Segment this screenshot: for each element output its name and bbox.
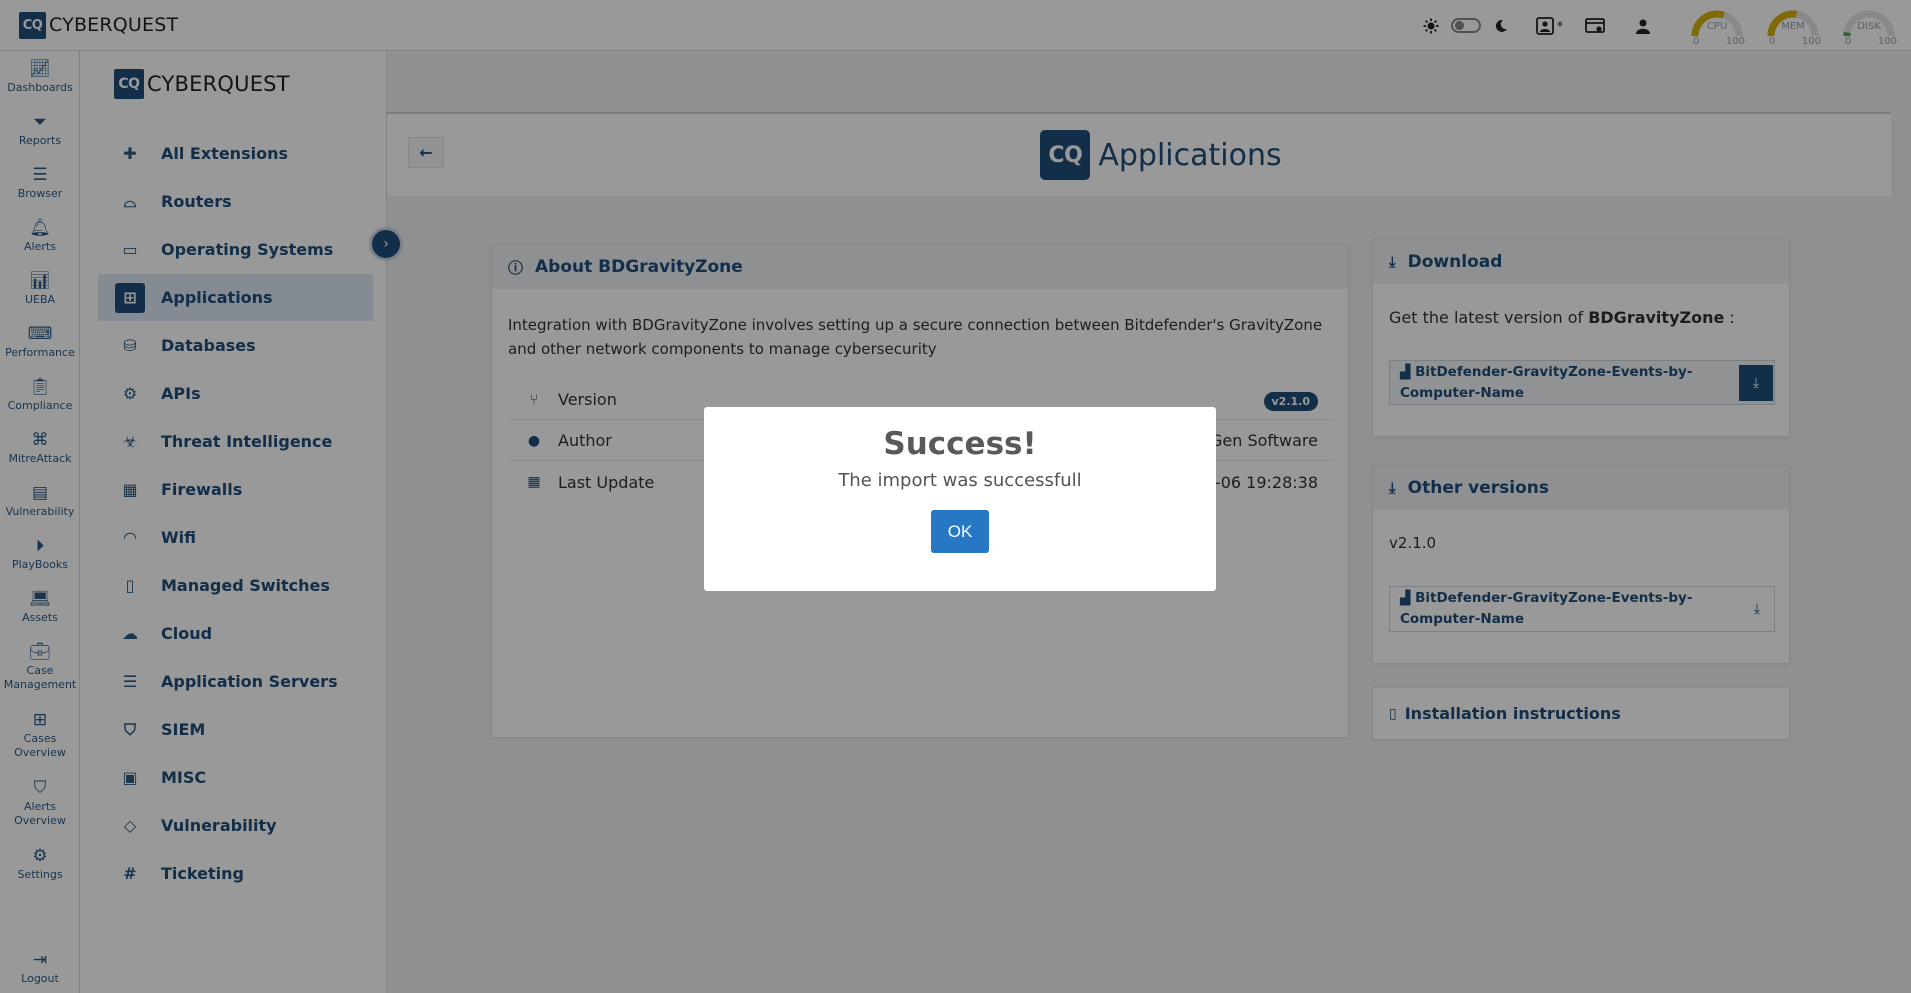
dialog-message: The import was successfull	[838, 470, 1082, 491]
success-dialog: Success! The import was successfull OK	[704, 407, 1216, 591]
ok-button[interactable]: OK	[931, 510, 989, 553]
dialog-title: Success!	[883, 426, 1037, 462]
